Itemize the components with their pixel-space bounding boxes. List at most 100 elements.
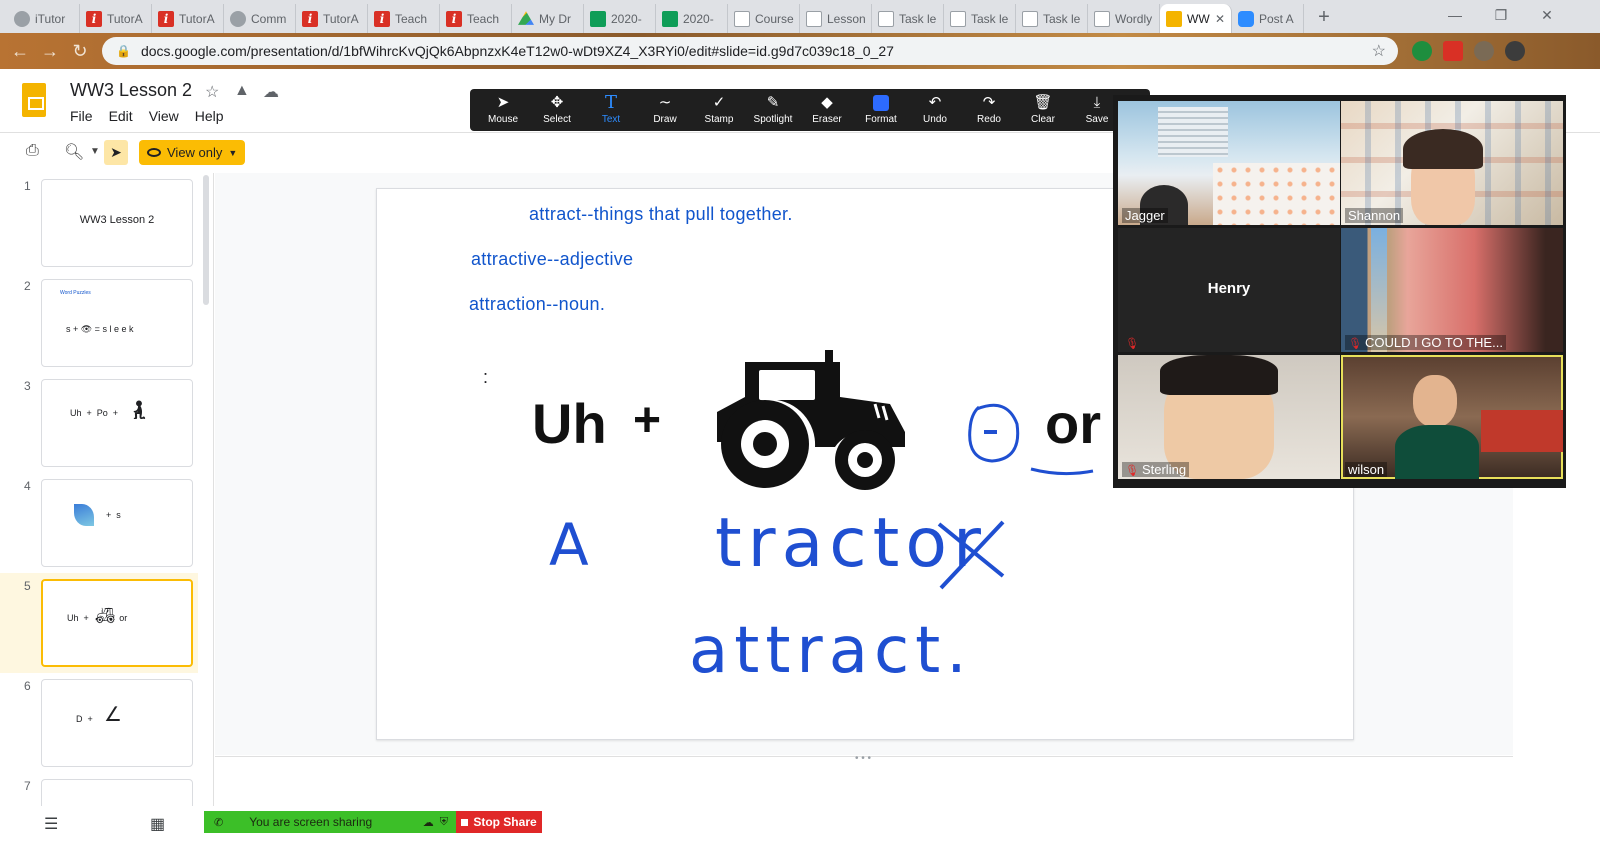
tool-mouse[interactable]: ➤ Mouse [476, 89, 530, 131]
menu-file[interactable]: File [70, 108, 93, 124]
zoom-annotation-toolbar: ➤ Mouse ✥ Select T Text ∼ Draw ✓ Stamp ✎ Spotl… [470, 89, 1150, 131]
stop-icon [461, 818, 469, 826]
tool-label: Draw [653, 114, 677, 125]
browser-tab[interactable]: Comm [224, 4, 296, 33]
url-field[interactable]: 🔒 docs.google.com/presentation/d/1bfWihr… [102, 37, 1398, 65]
browser-tab[interactable]: Task le [944, 4, 1016, 33]
participant-tile-could-i-go[interactable]: 🎙︎ COULD I GO TO THE... [1341, 228, 1563, 352]
browser-tab[interactable]: Course [728, 4, 800, 33]
browser-tab[interactable]: My Dr [512, 4, 584, 33]
star-icon[interactable]: ☆ [205, 82, 219, 102]
restore-icon[interactable]: ❐ [1478, 0, 1524, 30]
slide-number: 6 [24, 679, 31, 693]
document-icon [950, 10, 966, 27]
extensions-puzzle-icon[interactable] [1474, 41, 1494, 61]
browser-tab[interactable]: Task le [1016, 4, 1088, 33]
zoom-icon[interactable]: 🔍︎ [64, 142, 84, 162]
browser-tab[interactable]: i TutorA [80, 4, 152, 33]
new-tab-button[interactable]: + [1310, 4, 1338, 32]
bookmark-star-icon[interactable]: ☆ [1372, 41, 1386, 61]
menu-help[interactable]: Help [195, 108, 224, 124]
browser-tab[interactable]: Wordly [1088, 4, 1160, 33]
tool-stamp[interactable]: ✓ Stamp [692, 89, 746, 131]
tool-format[interactable]: Format [854, 89, 908, 131]
chevron-down-icon[interactable]: ▼ [90, 146, 100, 157]
minimize-icon[interactable]: — [1432, 0, 1478, 30]
browser-tab[interactable]: Lesson [800, 4, 872, 33]
close-tab-icon[interactable]: ✕ [1215, 12, 1225, 26]
slide-number: 4 [24, 479, 31, 493]
extension-icon[interactable] [1443, 41, 1463, 61]
browser-tab[interactable]: i Teach [440, 4, 512, 33]
slide-thumbnail-1[interactable]: 1 WW3 Lesson 2 [0, 173, 198, 273]
browser-tab[interactable]: Post A [1232, 4, 1304, 33]
participant-tile-henry[interactable]: Henry 🎙︎ [1118, 228, 1340, 352]
browser-tab[interactable]: Task le [872, 4, 944, 33]
filmstrip-view-icon[interactable]: ☰ [44, 814, 58, 834]
move-to-drive-icon[interactable]: ▲ [234, 82, 250, 100]
slide-thumbnail-5[interactable]: 5 Uh + - or 🚜︎ [0, 573, 198, 673]
slides-logo-icon[interactable] [22, 83, 46, 117]
tool-undo[interactable]: ↶ Undo [908, 89, 962, 131]
participant-tile-jagger[interactable]: Jagger [1118, 101, 1340, 225]
tutor-app-icon: i [158, 10, 174, 27]
profile-avatar[interactable] [1505, 41, 1525, 61]
browser-tab[interactable]: 2020- [584, 4, 656, 33]
browser-tab[interactable]: 2020- [656, 4, 728, 33]
browser-tab[interactable]: i Teach [368, 4, 440, 33]
tab-title: WW [1187, 11, 1210, 26]
tool-select[interactable]: ✥ Select [530, 89, 584, 131]
view-only-button[interactable]: View only ▼ [139, 140, 245, 165]
tool-spotlight[interactable]: ✎ Spotlight [746, 89, 800, 131]
tool-draw[interactable]: ∼ Draw [638, 89, 692, 131]
participant-tile-wilson[interactable]: wilson [1341, 355, 1563, 479]
thumbnail-preview: Word Puzzles s + 👁︎ = s l e e k [41, 279, 193, 367]
tab-title: Course [755, 11, 794, 26]
browser-tab[interactable]: i TutorA [152, 4, 224, 33]
participant-tile-sterling[interactable]: 🎙︎ Sterling [1118, 355, 1340, 479]
window-close-icon[interactable]: ✕ [1524, 0, 1570, 30]
browser-tab[interactable]: i TutorA [296, 4, 368, 33]
tab-title: Post A [1259, 11, 1294, 26]
slide-thumbnail-7[interactable]: 7 [0, 773, 198, 806]
participant-name: COULD I GO TO THE... [1364, 335, 1503, 350]
grid-view-icon[interactable]: ▦ [150, 814, 165, 834]
eraser-icon: ◆ [821, 94, 833, 111]
print-icon[interactable]: ⎙ [26, 142, 39, 160]
tool-eraser[interactable]: ◆ Eraser [800, 89, 854, 131]
document-title[interactable]: WW3 Lesson 2 [70, 80, 192, 101]
participant-name-center: Henry [1207, 280, 1251, 297]
stop-share-button[interactable]: Stop Share [456, 811, 542, 833]
window-blinds [1158, 107, 1228, 157]
filmstrip-scrollbar[interactable] [203, 175, 209, 305]
reload-icon[interactable]: ↻ [66, 37, 94, 65]
handwriting-a: A [549, 511, 591, 579]
resize-handle[interactable]: • • • [855, 753, 871, 764]
rebus-or: or [1045, 392, 1101, 455]
mouse-icon: ➤ [496, 94, 510, 111]
speaker-notes[interactable]: • • • [215, 753, 1513, 806]
slide-thumbnail-4[interactable]: 4 + s [0, 473, 198, 573]
angle-icon: ∠ [104, 704, 122, 726]
sheets-icon [590, 10, 606, 27]
select-cursor-icon[interactable]: ➤ [104, 140, 128, 165]
menu-view[interactable]: View [149, 108, 179, 124]
extension-icon[interactable] [1412, 41, 1432, 61]
tool-clear[interactable]: 🗑︎ Clear [1016, 89, 1070, 131]
tractor-icon: 🚜︎ [95, 608, 116, 625]
tab-title: Comm [251, 11, 287, 26]
back-icon[interactable]: ← [6, 37, 34, 65]
slide-thumbnail-2[interactable]: 2 Word Puzzles s + 👁︎ = s l e e k [0, 273, 198, 373]
tool-text[interactable]: T Text [584, 89, 638, 131]
slide-thumbnail-3[interactable]: 3 Uh + Po + 🧎︎ [0, 373, 198, 473]
thumbnail-text: WW3 Lesson 2 [79, 214, 155, 226]
thumbnail-preview [41, 779, 193, 806]
menu-edit[interactable]: Edit [109, 108, 133, 124]
participant-tile-shannon[interactable]: Shannon [1341, 101, 1563, 225]
forward-icon[interactable]: → [36, 37, 64, 65]
browser-tab-active[interactable]: WW ✕ [1160, 4, 1232, 33]
browser-tab[interactable]: iTutor [8, 4, 80, 33]
tab-title: Teach [467, 11, 500, 26]
slide-thumbnail-6[interactable]: 6 D + ∠ [0, 673, 198, 773]
tool-redo[interactable]: ↷ Redo [962, 89, 1016, 131]
